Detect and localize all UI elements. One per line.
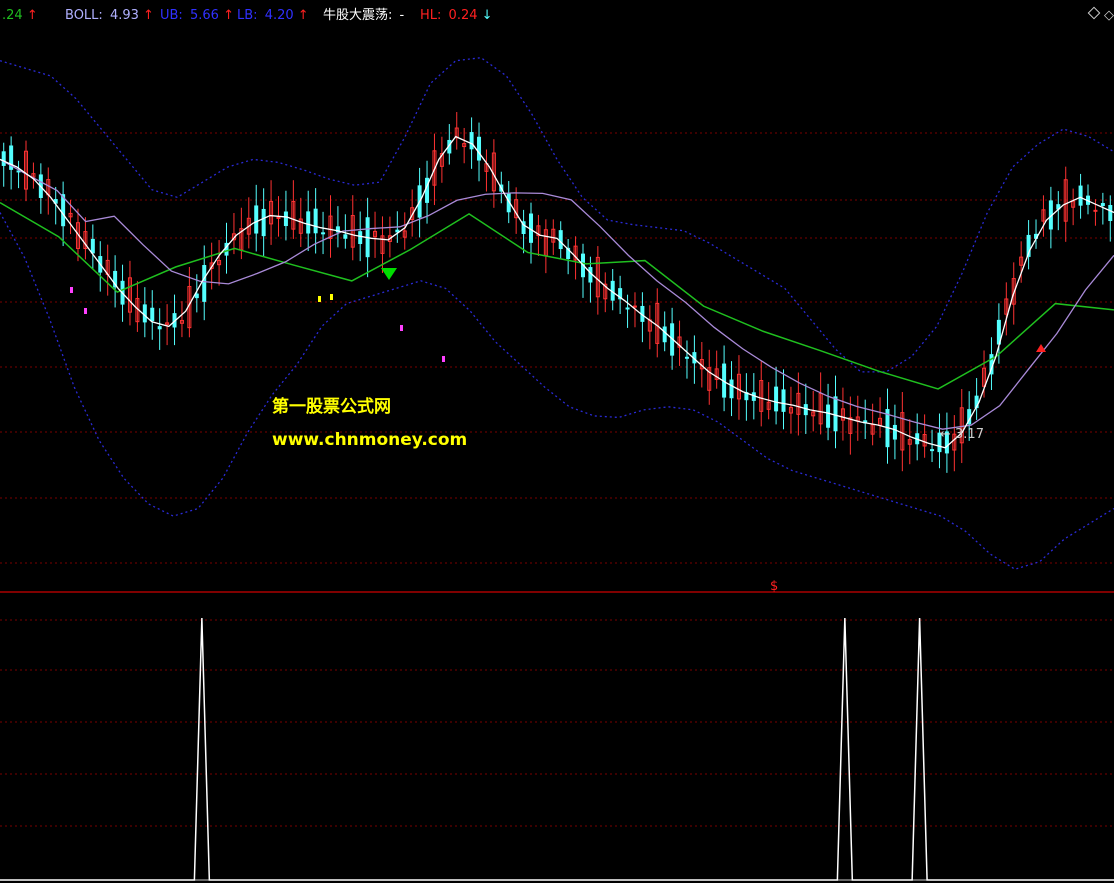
buy-arrow-icon xyxy=(1036,344,1046,352)
candle-body xyxy=(254,205,259,234)
candle-body xyxy=(142,304,147,323)
signal-spike-line xyxy=(0,617,1114,881)
lower-band-line xyxy=(0,212,1114,570)
candle-body xyxy=(477,136,482,161)
sell-triangle-icon xyxy=(381,268,397,280)
up-arrow-icon: ↑ xyxy=(27,8,38,23)
header-bar: .24 ↑ BOLL: 4.93 ↑ UB: 5.66 ↑ LB: 4.20 ↑… xyxy=(2,8,493,23)
lb-value: 4.20 xyxy=(265,8,294,23)
candle-body xyxy=(261,208,266,237)
indicator-label: 牛股大震荡: xyxy=(323,8,392,23)
expand-icon[interactable]: ◇ xyxy=(1104,8,1114,23)
magenta-dot xyxy=(84,308,87,314)
candle-body xyxy=(662,326,667,343)
candle-body xyxy=(684,356,689,359)
candle-body xyxy=(826,404,831,428)
down-arrow-icon: ↓ xyxy=(482,8,493,23)
indicator-value: - xyxy=(400,8,405,23)
candle-body xyxy=(558,230,563,250)
candle-body xyxy=(194,293,199,299)
ma-long-line xyxy=(0,201,1114,390)
ma-value: .24 xyxy=(2,8,23,23)
grid-lines xyxy=(0,132,1114,881)
candle-body xyxy=(1093,209,1098,212)
candle-body xyxy=(1,151,6,166)
candle-body xyxy=(833,396,838,432)
candlesticks xyxy=(1,112,1113,473)
candle-body xyxy=(588,267,593,283)
candle-body xyxy=(90,238,95,254)
chart-canvas: .24 ↑ BOLL: 4.93 ↑ UB: 5.66 ↑ LB: 4.20 ↑… xyxy=(0,6,1114,881)
candle-body xyxy=(283,211,288,227)
candle-body xyxy=(425,177,430,203)
candle-body xyxy=(150,307,155,322)
lb-label: LB: xyxy=(237,8,258,23)
candle-body xyxy=(202,265,207,302)
candle-body xyxy=(157,326,162,330)
candle-body xyxy=(632,305,637,308)
magenta-dot xyxy=(70,287,73,293)
watermark-url: www.chnmoney.com xyxy=(272,430,467,450)
hl-value: 0.24 xyxy=(449,8,478,23)
yellow-dot xyxy=(318,296,321,302)
magenta-dot xyxy=(442,356,445,362)
candle-body xyxy=(625,307,630,310)
candle-body xyxy=(313,208,318,234)
candle-body xyxy=(930,449,935,452)
boll-value: 4.93 xyxy=(110,8,139,23)
hl-label: HL: xyxy=(420,8,441,23)
sub-indicator-panel xyxy=(0,617,1114,881)
magenta-dot xyxy=(400,325,403,331)
boll-mid-line xyxy=(0,135,1114,449)
candle-body xyxy=(276,216,281,219)
candle-body xyxy=(469,132,474,150)
candle-body xyxy=(729,379,734,399)
candle-body xyxy=(1078,185,1083,206)
up-arrow-icon: ↑ xyxy=(143,8,154,23)
candle-body xyxy=(781,389,786,412)
up-arrow-icon: ↑ xyxy=(223,8,234,23)
candle-body xyxy=(395,229,400,233)
candle-body xyxy=(306,211,311,234)
candle-body xyxy=(343,234,348,239)
signal-label: $ xyxy=(770,579,778,594)
candle-body xyxy=(61,194,66,227)
moving-averages xyxy=(0,135,1114,449)
yellow-dot xyxy=(330,294,333,300)
candle-body xyxy=(358,231,363,245)
boll-label: BOLL: xyxy=(65,8,103,23)
ub-value: 5.66 xyxy=(190,8,219,23)
watermark-title: 第一股票公式网 xyxy=(272,396,391,417)
candle-body xyxy=(1108,205,1113,222)
candle-body xyxy=(892,424,897,440)
ub-label: UB: xyxy=(160,8,183,23)
candle-body xyxy=(803,404,808,416)
diamond-icon[interactable] xyxy=(1087,6,1101,20)
candle-body xyxy=(321,232,326,235)
candle-body xyxy=(1100,203,1105,207)
up-arrow-icon: ↑ xyxy=(298,8,309,23)
low-price-label: ← 3.17 xyxy=(940,427,984,442)
candle-body xyxy=(774,386,779,412)
